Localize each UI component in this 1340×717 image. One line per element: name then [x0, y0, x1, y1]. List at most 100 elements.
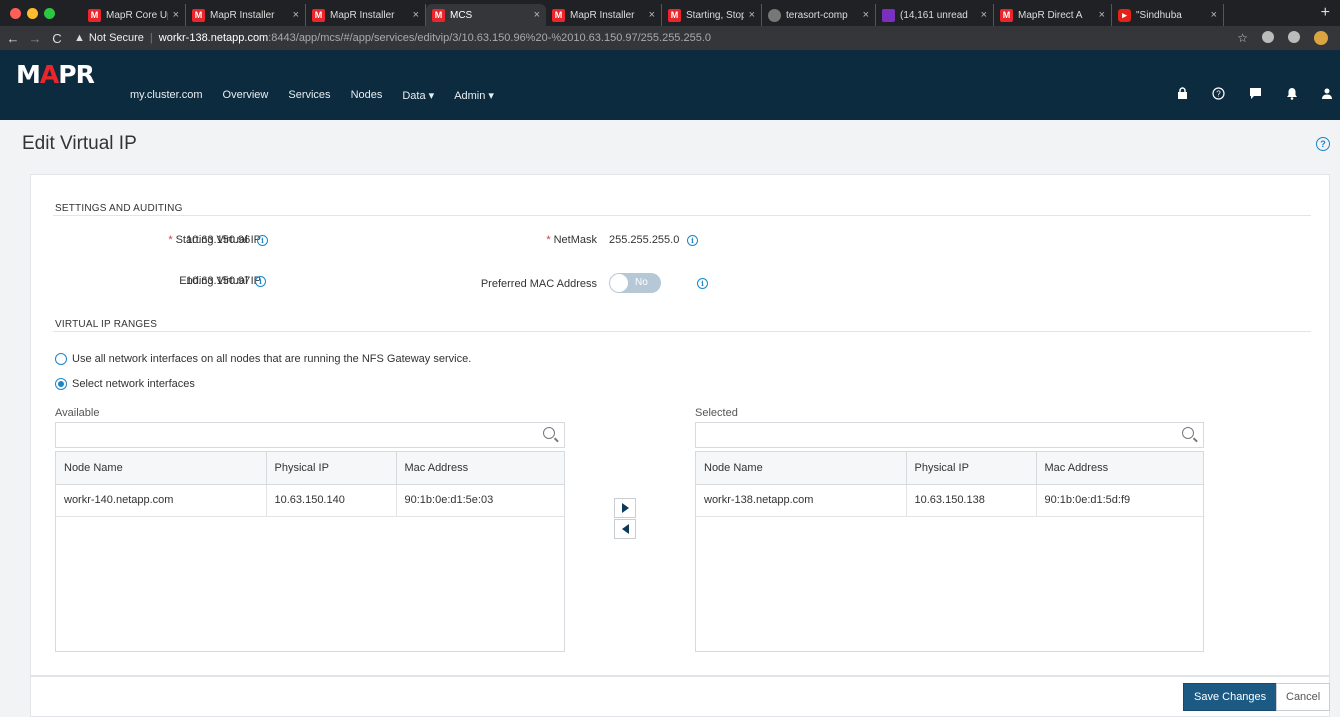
table-row[interactable]: workr-140.netapp.com 10.63.150.140 90:1b:0… — [56, 484, 564, 517]
available-label: Available — [55, 407, 100, 419]
bell-icon[interactable] — [1286, 87, 1298, 103]
tab-title: MapR Core Upg — [106, 9, 168, 21]
browser-tab-bar: M MapR Core Upg × M MapR Installer × M MapR Ins… — [0, 0, 1340, 26]
zoom-window-button[interactable] — [44, 7, 55, 19]
mapr-favicon-icon: M — [88, 8, 101, 22]
profile-avatar[interactable] — [1314, 31, 1328, 45]
column-header-physical-ip[interactable]: Physical IP — [266, 452, 397, 485]
info-icon[interactable]: i — [687, 235, 698, 246]
close-tab-icon[interactable]: × — [749, 9, 755, 21]
edit-vip-form: SETTINGS AND AUDITING * Starting Virtual … — [30, 174, 1330, 676]
preferred-mac-toggle[interactable]: No — [609, 273, 661, 293]
tab-title: MapR Direct A — [1018, 9, 1083, 21]
page-help-icon[interactable]: ? — [1316, 137, 1330, 151]
close-tab-icon[interactable]: × — [1211, 9, 1217, 21]
info-icon[interactable]: i — [697, 278, 708, 289]
move-left-button[interactable] — [614, 519, 636, 539]
browser-tab[interactable]: M MapR Installer × — [186, 4, 306, 26]
close-window-button[interactable] — [10, 7, 21, 19]
close-tab-icon[interactable]: × — [413, 9, 419, 21]
radio-button[interactable] — [55, 378, 67, 390]
nav-item-overview[interactable]: Overview — [223, 89, 269, 102]
cluster-name-link[interactable]: my.cluster.com — [130, 89, 203, 102]
svg-text:?: ? — [1216, 90, 1221, 99]
lock-icon[interactable] — [1177, 87, 1188, 103]
column-header-node-name[interactable]: Node Name — [56, 452, 267, 485]
close-tab-icon[interactable]: × — [1099, 9, 1105, 21]
browser-tab[interactable]: M MapR Installer × — [306, 4, 426, 26]
mapr-favicon-icon: M — [192, 8, 205, 22]
star-icon[interactable]: ☆ — [1237, 31, 1248, 45]
move-right-button[interactable] — [614, 498, 636, 518]
netmask-label: * NetMask — [546, 234, 597, 246]
radio-label: Select network interfaces — [72, 378, 195, 390]
form-footer: Save Changes Cancel — [30, 676, 1331, 717]
nav-item-nodes[interactable]: Nodes — [351, 89, 383, 102]
save-changes-button[interactable]: Save Changes — [1183, 683, 1278, 711]
column-header-mac-address[interactable]: Mac Address — [396, 452, 564, 485]
section-heading-vip-ranges: VIRTUAL IP RANGES — [55, 319, 158, 330]
column-header-physical-ip[interactable]: Physical IP — [906, 452, 1037, 485]
close-tab-icon[interactable]: × — [649, 9, 655, 21]
help-icon[interactable]: ? — [1212, 87, 1225, 103]
section-heading-settings: SETTINGS AND AUDITING — [55, 203, 183, 214]
message-icon[interactable] — [1249, 87, 1262, 103]
close-tab-icon[interactable]: × — [173, 9, 179, 21]
browser-tab[interactable]: ▸ "Sindhuba × — [1112, 4, 1224, 26]
back-arrow-icon[interactable]: ← — [4, 31, 22, 46]
cancel-button[interactable]: Cancel — [1276, 683, 1331, 711]
table-row[interactable]: workr-138.netapp.com 10.63.150.138 90:1b:0… — [696, 484, 1203, 517]
mapr-logo[interactable]: MAPR — [16, 60, 95, 89]
info-icon[interactable]: i — [257, 235, 268, 246]
browser-tab[interactable]: M MapR Installer × — [546, 4, 662, 26]
security-label: Not Secure — [88, 32, 144, 44]
mapr-favicon-icon: M — [1000, 8, 1013, 22]
url-separator: | — [149, 32, 153, 44]
search-icon[interactable] — [543, 427, 555, 439]
browser-toolbar-actions: ☆ — [1237, 31, 1340, 45]
nav-item-admin[interactable]: Admin ▾ — [454, 89, 494, 102]
section-divider — [53, 331, 1311, 332]
address-bar-row: ← → C ▲ Not Secure | workr-138.netapp.co… — [0, 26, 1340, 50]
selected-label: Selected — [695, 407, 738, 419]
selected-search-input[interactable] — [695, 422, 1204, 448]
extension-icon[interactable] — [1288, 31, 1300, 43]
tab-title: (14,161 unread — [900, 9, 968, 21]
browser-tab[interactable]: (14,161 unread × — [876, 4, 994, 26]
info-icon[interactable]: i — [255, 276, 266, 287]
column-header-node-name[interactable]: Node Name — [696, 452, 907, 485]
browser-tab[interactable]: M MapR Direct A × — [994, 4, 1112, 26]
tab-title: Starting, Stopp — [686, 9, 744, 21]
radio-button[interactable] — [55, 353, 67, 365]
tab-strip: M MapR Core Upg × M MapR Installer × M MapR Ins… — [82, 0, 1311, 26]
available-search-input[interactable] — [55, 422, 565, 448]
minimize-window-button[interactable] — [27, 7, 38, 19]
page-body: Edit Virtual IP ? SETTINGS AND AUDITING … — [0, 120, 1340, 717]
extension-icon[interactable] — [1262, 31, 1274, 43]
close-tab-icon[interactable]: × — [981, 9, 987, 21]
browser-tab[interactable]: M Starting, Stopp × — [662, 4, 762, 26]
preferred-mac-label: Preferred MAC Address — [480, 278, 597, 290]
close-tab-icon[interactable]: × — [293, 9, 299, 21]
new-tab-button[interactable]: + — [1311, 4, 1340, 22]
reload-icon[interactable]: C — [48, 31, 66, 46]
nav-item-data[interactable]: Data ▾ — [402, 89, 434, 102]
netmask-value: 255.255.255.0 — [609, 234, 680, 246]
nav-item-services[interactable]: Services — [288, 89, 330, 102]
tab-title: MapR Installer — [210, 9, 275, 21]
cell-mac-address: 90:1b:0e:d1:5e:03 — [396, 484, 564, 517]
url-field[interactable]: ▲ Not Secure | workr-138.netapp.com :844… — [74, 28, 1237, 48]
radio-use-all-interfaces[interactable]: Use all network interfaces on all nodes … — [55, 353, 471, 365]
radio-select-interfaces[interactable]: Select network interfaces — [55, 378, 195, 390]
column-header-mac-address[interactable]: Mac Address — [1036, 452, 1203, 485]
forward-arrow-icon[interactable]: → — [26, 31, 44, 46]
close-tab-icon[interactable]: × — [863, 9, 869, 21]
tab-title: MapR Installer — [570, 9, 635, 21]
browser-tab[interactable]: terasort-comp × — [762, 4, 876, 26]
browser-tab[interactable]: M MCS × — [426, 4, 546, 26]
browser-tab[interactable]: M MapR Core Upg × — [82, 4, 186, 26]
cell-physical-ip: 10.63.150.140 — [266, 484, 397, 517]
search-icon[interactable] — [1182, 427, 1194, 439]
close-tab-icon[interactable]: × — [534, 9, 540, 21]
user-icon[interactable] — [1322, 87, 1332, 103]
